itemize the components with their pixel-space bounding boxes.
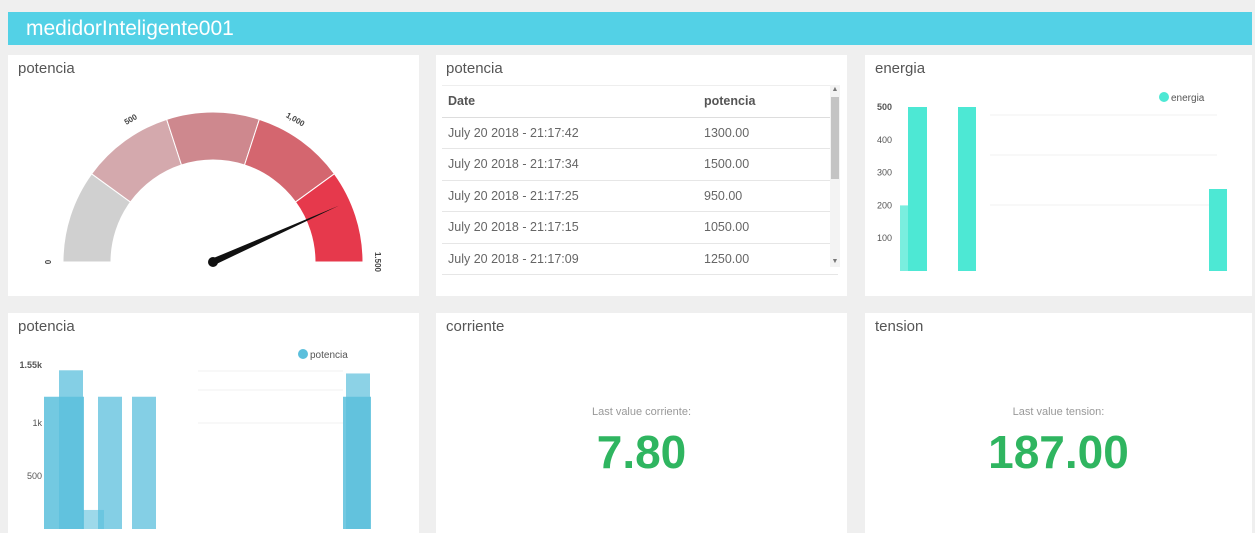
gauge-tick-label: 1,000 (284, 111, 306, 129)
column-header-date[interactable]: Date (442, 94, 704, 108)
bar (908, 107, 927, 271)
data-table: Date potencia July 20 2018 - 21:17:42 13… (442, 85, 838, 295)
energia-chart-panel: energia 100 200 300 400 500 energia (865, 55, 1252, 296)
cell-date: July 20 2018 - 21:17:15 (448, 220, 579, 235)
last-value-label: Last value corriente: (591, 406, 692, 418)
panel-title: tension (875, 318, 924, 335)
bar (346, 373, 370, 529)
column-header-potencia[interactable]: potencia (704, 94, 824, 108)
y-tick-label: 100 (877, 233, 892, 243)
corriente-panel: corriente Last value corriente: 7.80 (436, 313, 847, 533)
table-row: July 20 2018 - 21:17:42 1300.00 (442, 118, 838, 149)
gauge-tick-label: 0 (44, 259, 53, 264)
table-header-row: Date potencia (442, 85, 838, 118)
y-tick-label: 1.55k (19, 360, 43, 370)
panel-title: corriente (446, 318, 505, 335)
legend-label: potencia (310, 350, 348, 361)
scrollbar-thumb[interactable] (831, 97, 839, 179)
potencia-chart-panel: potencia 500 1k 1.55k potencia (8, 313, 419, 533)
panel-title: potencia (446, 60, 503, 77)
table-panel: potencia Date potencia July 20 2018 - 21… (436, 55, 847, 296)
legend-label: energia (1171, 93, 1205, 104)
gauge-tick-label: 1.500 (373, 252, 382, 273)
y-tick-label: 500 (27, 471, 42, 481)
table-row: July 20 2018 - 21:17:09 1250.00 (442, 244, 838, 275)
cell-potencia: 1050.00 (704, 220, 750, 235)
cell-date: July 20 2018 - 21:17:25 (448, 188, 579, 203)
table-row: July 20 2018 - 21:17:34 1500.00 (442, 149, 838, 181)
cell-potencia: 1500.00 (704, 157, 750, 172)
y-tick-label: 300 (877, 168, 892, 178)
gauge-band (166, 111, 260, 166)
table-row: July 20 2018 - 21:17:15 1050.00 (442, 212, 838, 244)
last-value: 187.00 (988, 426, 1129, 478)
cell-date: July 20 2018 - 21:17:34 (448, 157, 579, 172)
bar (958, 107, 976, 271)
gauge-tick-label: 500 (123, 112, 140, 127)
bar (59, 370, 83, 529)
scroll-down-icon[interactable]: ▼ (831, 258, 839, 266)
tension-panel: tension Last value tension: 187.00 (865, 313, 1252, 533)
y-tick-label: 200 (877, 200, 892, 210)
last-value: 7.80 (596, 426, 687, 478)
cell-date: July 20 2018 - 21:17:42 (448, 125, 579, 140)
bar (1209, 189, 1227, 271)
potencia-bar-chart: 500 1k 1.55k potencia (19, 349, 371, 529)
gauge-needle-hub (208, 257, 218, 267)
last-value-label: Last value tension: (1012, 406, 1105, 418)
table-scrollbar[interactable]: ▲ ▼ (830, 85, 840, 267)
y-tick-label: 400 (877, 135, 892, 145)
app-title: medidorInteligente001 (26, 17, 234, 40)
legend-swatch (1159, 92, 1169, 102)
table-row: July 20 2018 - 21:17:25 950.00 (442, 181, 838, 212)
gauge-panel: potencia 0 500 1,000 1.500 (8, 55, 419, 296)
cell-potencia: 1250.00 (704, 251, 750, 266)
app-header: medidorInteligente001 (8, 12, 1252, 45)
bar (98, 396, 122, 529)
bar (132, 396, 156, 529)
y-tick-label: 1k (32, 418, 42, 428)
cell-date: July 20 2018 - 21:17:09 (448, 251, 579, 266)
y-tick-label: 500 (877, 102, 892, 112)
legend-swatch (298, 349, 308, 359)
cell-potencia: 950.00 (704, 188, 743, 203)
energia-bar-chart: 100 200 300 400 500 energia (877, 92, 1227, 271)
scroll-up-icon[interactable]: ▲ (831, 86, 839, 94)
gauge-chart: 0 500 1,000 1.500 (44, 111, 382, 273)
cell-potencia: 1300.00 (704, 125, 750, 140)
